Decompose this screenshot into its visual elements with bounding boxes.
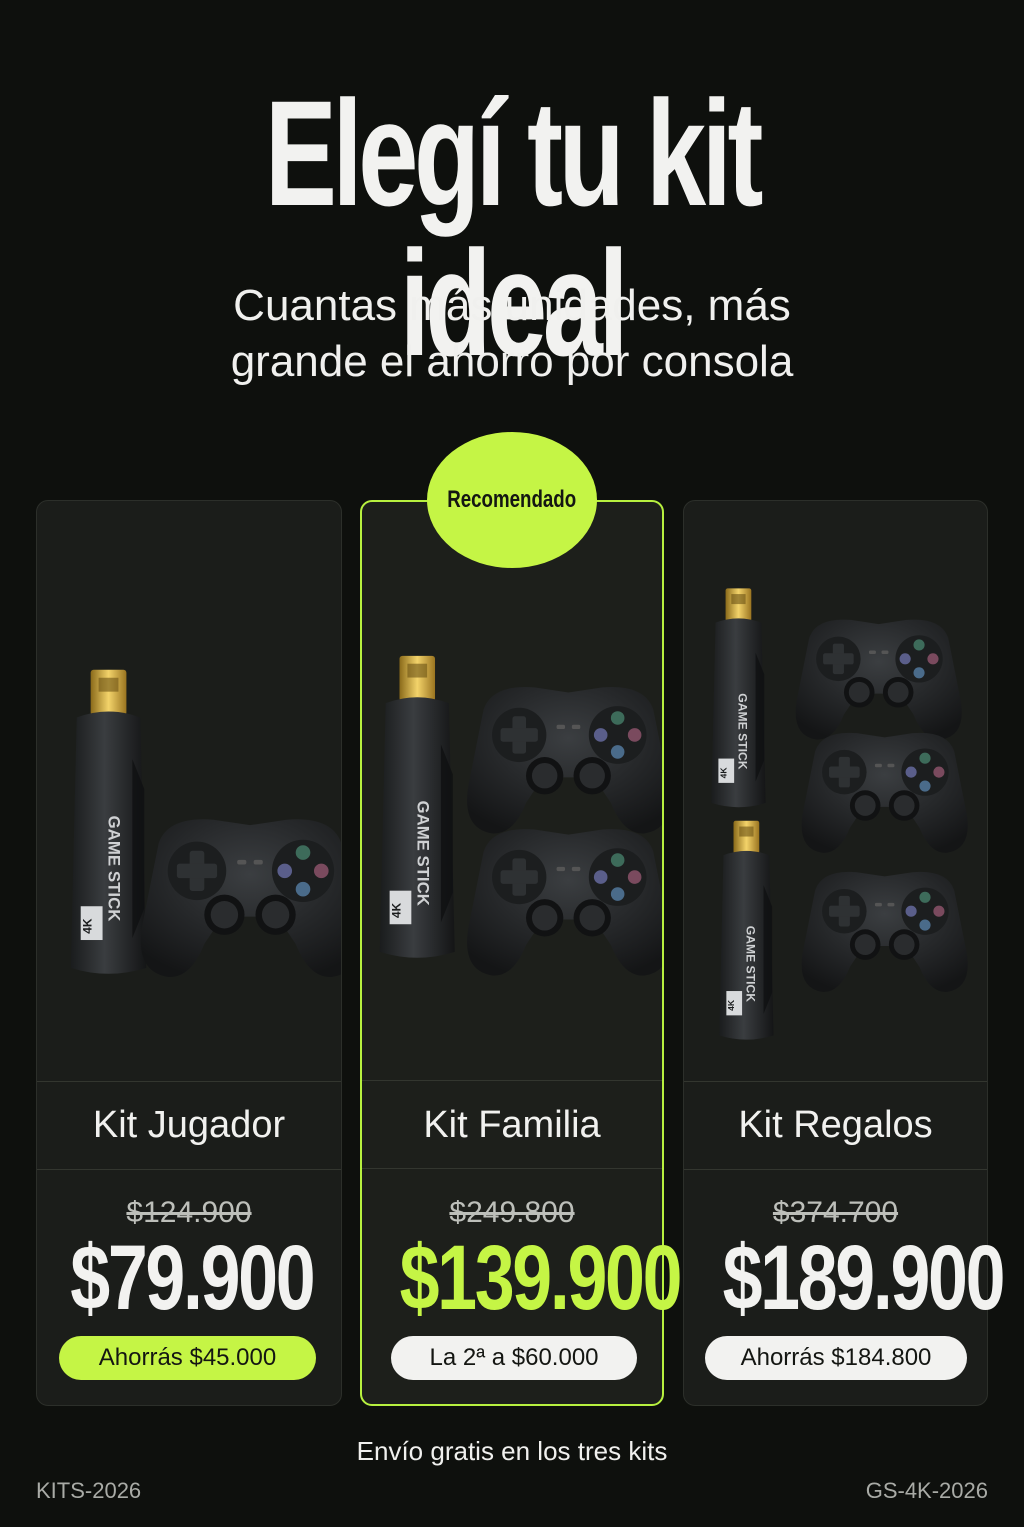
card-divider bbox=[37, 1081, 341, 1082]
code-right: GS-4K-2026 bbox=[865, 1478, 988, 1503]
kit-card-jugador[interactable] bbox=[36, 500, 342, 1406]
page-subheading: Cuantas más unidades, más grande el ahor… bbox=[0, 278, 1024, 390]
free-shipping-note: Envío gratis en los tres kits bbox=[356, 1436, 668, 1466]
recommended-badge-label: Recomendado bbox=[447, 486, 577, 513]
code-left: KITS-2026 bbox=[36, 1478, 142, 1503]
subheading-line-1: Cuantas más unidades, más bbox=[233, 281, 791, 330]
card-divider bbox=[37, 1169, 341, 1170]
kit-familia-product-image bbox=[379, 655, 662, 976]
kit-jugador-product-image bbox=[70, 669, 341, 977]
kit-regalos-product-image bbox=[711, 588, 968, 1040]
recommended-badge: Recomendado bbox=[427, 432, 597, 568]
card-divider bbox=[362, 1168, 662, 1169]
card-divider bbox=[684, 1081, 987, 1082]
subheading-line-2: grande el ahorro por consola bbox=[230, 337, 794, 386]
card-divider bbox=[362, 1080, 662, 1081]
card-divider bbox=[684, 1169, 987, 1170]
kit-card-familia[interactable] bbox=[360, 500, 664, 1406]
kit-card-regalos[interactable] bbox=[683, 500, 988, 1406]
